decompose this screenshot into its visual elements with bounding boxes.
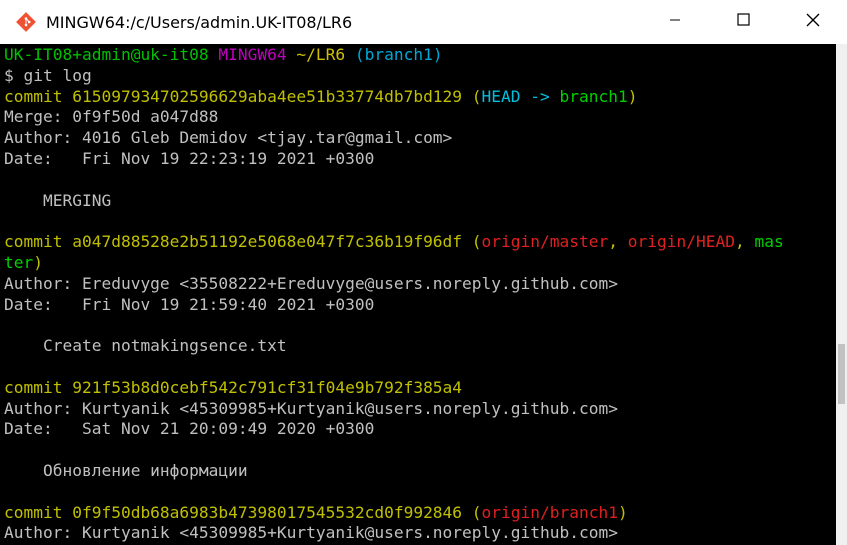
maximize-icon [737,13,750,31]
terminal-text-punct: ) [618,502,628,522]
terminal-text-local-branch: branch1 [559,86,628,106]
terminal-line: Merge: 0f9f50d a047d88 [4,107,836,128]
terminal-text-commit: commit 921f53b8d0cebf542c791cf31f04e9b79… [4,377,463,397]
terminal-text-prompt-path: ~/LR6 [296,45,346,64]
terminal-line: Author: Ereduvyge <35508222+Ereduvyge@us… [4,274,836,295]
minimize-icon [669,13,681,31]
window-title: MINGW64:/c/Users/admin.UK-IT08/LR6 [46,12,353,32]
terminal-text-default: Merge: 0f9f50d a047d88 [4,107,219,127]
terminal-text-default: $ git log [4,65,92,85]
terminal-text-default: Date: Fri Nov 19 22:23:19 2021 +0300 [4,148,375,168]
terminal-line: UK-IT08+admin@uk-it08 MINGW64 ~/LR6 (bra… [4,45,836,66]
minimize-button[interactable] [640,0,709,44]
scrollbar-thumb[interactable] [838,344,845,404]
terminal-text-prompt-shell: MINGW64 [218,45,297,64]
terminal-line: $ git log [4,66,836,87]
terminal-text-remote-branch: origin/HEAD [627,232,735,252]
terminal-line: Author: Kurtyanik <45309985+Kurtyanik@us… [4,399,836,420]
terminal-text-commit: commit 615097934702596629aba4ee51b33774d… [4,86,482,106]
terminal-text-prompt-user: UK-IT08+admin@uk-it08 [4,45,219,64]
terminal-line: Create notmakingsence.txt [4,336,836,357]
terminal-text-punct: , [734,232,755,252]
terminal-text-head: HEAD -> [481,86,560,106]
terminal-text-default: Author: 4016 Gleb Demidov <tjay.tar@gmai… [4,128,453,148]
terminal-text-default: Author: Ereduvyge <35508222+Ereduvyge@us… [4,273,618,293]
terminal-text-default: Date: Fri Nov 19 21:59:40 2021 +0300 [4,294,375,314]
terminal-line: Обновление информации [4,461,836,482]
terminal-text-local-branch: ter [4,252,34,272]
terminal-text-default: Date: Sat Nov 21 20:09:49 2020 +0300 [4,419,375,439]
terminal-text-default: Обновление информации [4,460,248,480]
terminal-text-default: Create notmakingsence.txt [4,336,287,356]
terminal-text-remote-branch: origin/branch1 [481,502,618,522]
terminal-text-punct: ) [627,86,638,106]
terminal-text-commit: commit 0f9f50db68a6983b47398017545532cd0… [4,502,482,522]
terminal-line: commit 0f9f50db68a6983b47398017545532cd0… [4,503,836,524]
terminal-text-local-branch: mas [754,232,784,252]
maximize-button[interactable] [709,0,778,44]
terminal-line: Author: 4016 Gleb Demidov <tjay.tar@gmai… [4,128,836,149]
terminal-text-punct: , [608,232,628,252]
terminal-text-default: MERGING [4,190,112,210]
window-controls [640,0,847,44]
terminal-text-punct: ) [33,252,43,272]
title-bar[interactable]: MINGW64:/c/Users/admin.UK-IT08/LR6 [0,0,847,44]
terminal-line: Date: Fri Nov 19 21:59:40 2021 +0300 [4,295,836,316]
vertical-scrollbar[interactable] [836,44,847,545]
close-button[interactable] [778,0,847,44]
terminal-line: Date: Sat Nov 21 20:09:49 2020 +0300 [4,419,836,440]
terminal-text-default: Author: Kurtyanik <45309985+Kurtyanik@us… [4,523,618,543]
terminal-line: MERGING [4,191,836,212]
terminal-output[interactable]: UK-IT08+admin@uk-it08 MINGW64 ~/LR6 (bra… [0,44,836,545]
terminal-text-remote-branch: origin/master [481,232,609,252]
terminal-line: ter) [4,253,836,274]
terminal-line: Date: Fri Nov 19 22:23:19 2021 +0300 [4,149,836,170]
terminal-window: MINGW64:/c/Users/admin.UK-IT08/LR6 UK-IT… [0,0,847,545]
terminal-text-prompt-branch: (branch1) [345,45,443,64]
terminal-line: commit 615097934702596629aba4ee51b33774d… [4,87,836,108]
terminal-line: commit 921f53b8d0cebf542c791cf31f04e9b79… [4,378,836,399]
terminal-text-default: Author: Kurtyanik <45309985+Kurtyanik@us… [4,398,618,418]
terminal-text-commit: commit a047d88528e2b51192e5068e047f7c36b… [4,232,482,252]
git-bash-icon [14,10,38,34]
close-icon [806,13,820,32]
terminal-line: commit a047d88528e2b51192e5068e047f7c36b… [4,232,836,253]
terminal-line: Author: Kurtyanik <45309985+Kurtyanik@us… [4,523,836,544]
